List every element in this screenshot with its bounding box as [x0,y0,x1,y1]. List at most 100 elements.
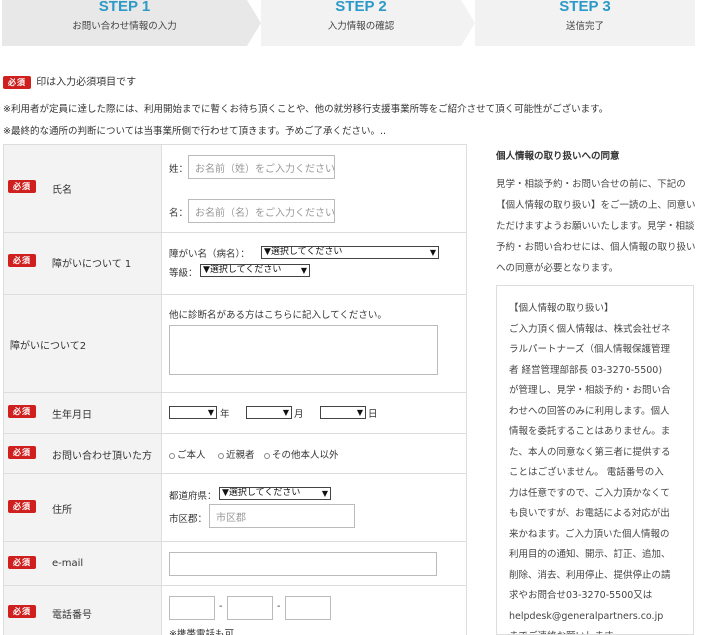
phone-label: 電話番号 [52,610,92,621]
step-2-number: STEP 2 [335,0,387,15]
first-name-prefix: 名： [169,208,189,219]
inquirer-label: お問い合わせ頂いた方 [52,451,152,462]
required-badge: 必須 [8,180,36,193]
capacity-note: ※利用者が定員に達した際には、利用開始までに暫くお待ち頂くことや、他の就労移行支… [3,104,609,115]
birth-month-select[interactable]: ▼ [246,406,292,419]
radio-icon [218,452,224,459]
last-name-input[interactable]: お名前（姓）をご入力ください [188,155,335,179]
email-header: 必須 e-mail [4,542,162,585]
form-row-disability-2: 障がいについて2 他に診断名がある方はこちらに記入してください。 [4,294,466,392]
inquiry-form: 必須 氏名 姓： お名前（姓）をご入力ください 名： お名前（名）をご入力くださ… [3,144,467,635]
city-prefix: 市区郡： [169,514,208,525]
birthdate-header: 必須 生年月日 [4,393,162,433]
phone-input-3[interactable] [285,596,331,620]
grade-select[interactable]: ▼選択してください ▼ [200,264,310,277]
phone-input-2[interactable] [227,596,273,620]
disability-1-label: 障がいについて 1 [52,259,132,270]
required-badge: 必須 [8,405,36,418]
birth-day-select[interactable]: ▼ [320,406,366,419]
step-3-number: STEP 3 [559,0,611,15]
form-row-phone: 必須 電話番号 - - ※携帯電話も可 [4,585,466,635]
radio-relative[interactable]: 近親者 [218,447,255,461]
step-1: STEP 1 お問い合わせ情報の入力 [2,0,247,46]
form-row-birthdate: 必須 生年月日 ▼ 年 ▼ 月 ▼ 日 [4,392,466,433]
privacy-line: 削除、消去、利用停止、提供停止の請 [509,569,671,581]
name-cell: 姓： お名前（姓）をご入力ください 名： お名前（名）をご入力ください [162,145,466,232]
step-1-label: お問い合わせ情報の入力 [72,21,177,32]
name-label: 氏名 [52,185,72,196]
required-legend: 必須 印は入力必須項目です [3,73,136,89]
step-2-label: 入力情報の確認 [327,21,395,32]
chevron-down-icon: ▼ [300,266,307,275]
disability-name-select[interactable]: ▼選択してください ▼ [261,246,439,259]
step-3: STEP 3 送信完了 [475,0,695,46]
privacy-line: ご入力頂く個人情報は、株式会社ゼネ [509,323,671,335]
disability-2-textarea[interactable] [169,325,438,375]
privacy-line: た、本人の同意なく第三者に提供する [509,446,671,458]
privacy-line: 力は任意ですので、ご入力頂かなくて [509,487,670,499]
privacy-line: 【個人情報の取り扱い】 [509,303,614,314]
grade-prefix: 等級： [169,268,198,279]
radio-other[interactable]: その他本人以外 [264,447,339,461]
address-header: 必須 住所 [4,474,162,541]
step-2: STEP 2 入力情報の確認 [261,0,461,46]
first-name-input[interactable]: お名前（名）をご入力ください [188,199,335,223]
required-badge: 必須 [3,76,31,89]
step-2-arrow [461,0,475,46]
privacy-title: 個人情報の取り扱いへの同意 [496,151,620,162]
last-name-prefix: 姓： [169,164,189,175]
privacy-line: 情報を委託することはありません。ま [509,426,671,437]
disability-2-label: 障がいについて2 [10,341,87,352]
chevron-down-icon: ▼ [429,248,436,257]
email-cell [162,542,466,585]
birthdate-cell: ▼ 年 ▼ 月 ▼ 日 [162,393,466,433]
address-cell: 都道府県： ▼選択してください ▼ 市区郡： 市区郡 [162,474,466,541]
phone-input-1[interactable] [169,596,215,620]
privacy-line: わせへの回答のみに利用します。個人 [509,405,670,417]
attendance-note: ※最終的な通所の判断については当事業所側で行わせて頂きます。予めご了承ください。… [3,126,387,137]
radio-self[interactable]: ご本人 [169,447,206,461]
inquirer-cell: ご本人 近親者 その他本人以外 [162,434,466,473]
form-row-disability-1: 必須 障がいについて 1 障がい名（病名）： ▼選択してください ▼ 等級： ▼選… [4,232,466,294]
privacy-line: 者 経営管理部部長 03-3270-5500) [509,364,663,376]
chevron-down-icon: ▼ [321,489,328,498]
form-row-address: 必須 住所 都道府県： ▼選択してください ▼ 市区郡： 市区郡 [4,473,466,541]
email-input[interactable] [169,552,437,576]
birth-year-select[interactable]: ▼ [169,406,217,419]
disability-1-cell: 障がい名（病名）： ▼選択してください ▼ 等級： ▼選択してください ▼ [162,233,466,294]
disability-1-header: 必須 障がいについて 1 [4,233,162,294]
disability-2-header: 障がいについて2 [4,295,162,392]
phone-dash-1: - [219,601,223,612]
step-3-label: 送信完了 [565,21,604,32]
radio-icon [264,452,270,459]
privacy-line: helpdesk@generalpartners.co.jp [509,610,664,622]
form-row-email: 必須 e-mail [4,541,466,585]
city-input[interactable]: 市区郡 [209,504,355,528]
radio-icon [169,452,175,459]
form-row-name: 必須 氏名 姓： お名前（姓）をご入力ください 名： お名前（名）をご入力くださ… [4,145,466,232]
privacy-line: 求やお問合せ03-3270-5500又は [509,590,653,601]
privacy-intro: 見学・相談予約・お問い合せの前に、下記の【個人情報の取り扱い】をご一読の上、同意… [496,179,696,274]
chevron-down-icon: ▼ [356,408,363,417]
required-badge: 必須 [8,254,36,267]
name-header: 必須 氏名 [4,145,162,232]
phone-note: ※携帯電話も可 [169,629,234,635]
disability-2-cell: 他に診断名がある方はこちらに記入してください。 [162,295,466,392]
privacy-line: ラルパートナーズ（個人情報保護管理 [509,344,671,355]
privacy-line: までご連絡お願いします。 [509,627,683,634]
prefecture-select[interactable]: ▼選択してください ▼ [219,487,331,500]
step-progress-bar: STEP 1 お問い合わせ情報の入力 STEP 2 入力情報の確認 STEP 3… [2,0,695,46]
phone-dash-2: - [277,601,281,612]
privacy-line: 来かねます。ご入力頂いた個人情報の [509,528,670,540]
address-label: 住所 [52,505,72,516]
privacy-policy-box[interactable]: 【個人情報の取り扱い】 ご入力頂く個人情報は、株式会社ゼネ ラルパートナーズ（個… [496,285,694,635]
prefecture-prefix: 都道府県： [169,491,217,502]
required-badge: 必須 [8,556,36,569]
required-badge: 必須 [8,605,36,618]
privacy-line: ことはございません。 電話番号の入 [509,467,664,478]
chevron-down-icon: ▼ [207,408,214,417]
email-label: e-mail [52,558,84,569]
chevron-down-icon: ▼ [282,408,289,417]
year-label: 年 [220,409,230,420]
privacy-line: が管理し、見学・相談予約・お問い合 [509,385,671,396]
